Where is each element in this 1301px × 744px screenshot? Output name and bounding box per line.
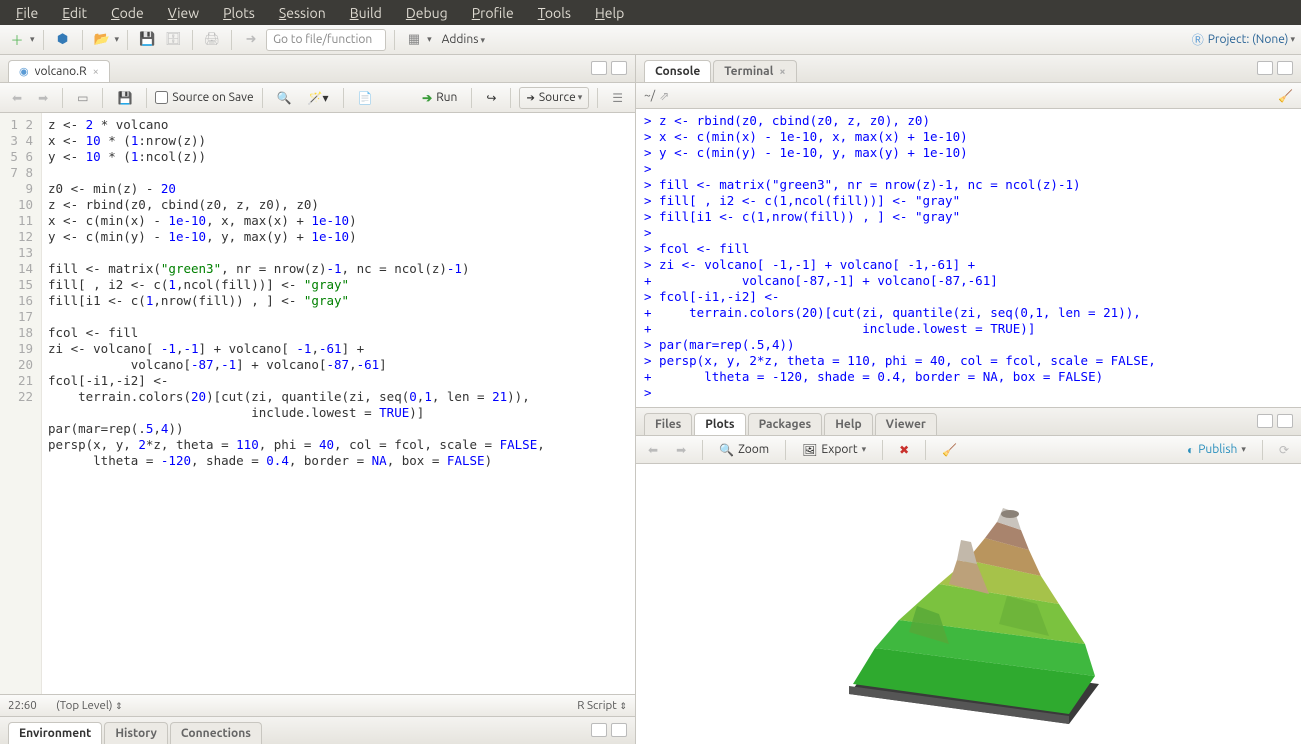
- menu-edit[interactable]: Edit: [50, 2, 99, 24]
- tab-console[interactable]: Console: [644, 60, 711, 82]
- menu-help[interactable]: Help: [583, 2, 636, 24]
- source-on-save-checkbox[interactable]: Source on Save: [155, 91, 253, 104]
- maximize-pane-icon[interactable]: [611, 61, 627, 75]
- menu-tools[interactable]: Tools: [526, 2, 583, 24]
- language-selector[interactable]: R Script ⇕: [577, 699, 627, 712]
- tab-viewer[interactable]: Viewer: [875, 413, 937, 435]
- new-file-dropdown[interactable]: ▾: [30, 34, 35, 45]
- code-area[interactable]: z <- 2 * volcano x <- 10 * (1:nrow(z)) y…: [42, 113, 635, 694]
- minimize-plots-icon[interactable]: [1257, 414, 1273, 428]
- menu-file[interactable]: File: [4, 2, 50, 24]
- line-number-gutter: 1 2 3 4 5 6 7 8 9 10 11 12 13 14 15 16 1…: [0, 113, 42, 694]
- source-pane-tabs: ◉ volcano.R ×: [0, 55, 635, 83]
- maximize-env-pane-icon[interactable]: [611, 723, 627, 737]
- editor-toolbar: ⬅ ➡ ▭ 💾 Source on Save 🔍 🪄▾ 📄 ➔ Run ↪ ➔ …: [0, 83, 635, 113]
- tab-help[interactable]: Help: [824, 413, 872, 435]
- run-button[interactable]: ➔ Run: [416, 87, 463, 109]
- volcano-plot-image: [789, 464, 1149, 744]
- console-toolbar: ~/ ⇗ 🧹: [636, 83, 1301, 109]
- new-file-icon[interactable]: ＋: [6, 29, 28, 51]
- compile-report-icon[interactable]: 📄: [352, 87, 379, 109]
- tab-environment[interactable]: Environment: [8, 722, 102, 744]
- close-terminal-icon[interactable]: ×: [779, 66, 785, 78]
- tab-packages[interactable]: Packages: [748, 413, 823, 435]
- tab-files[interactable]: Files: [644, 413, 692, 435]
- menu-view[interactable]: View: [156, 2, 211, 24]
- rerun-icon[interactable]: ↪: [480, 87, 502, 109]
- console-cwd: ~/: [644, 89, 655, 102]
- maximize-console-icon[interactable]: [1277, 61, 1293, 75]
- minimize-env-pane-icon[interactable]: [591, 723, 607, 737]
- editor-body[interactable]: 1 2 3 4 5 6 7 8 9 10 11 12 13 14 15 16 1…: [0, 113, 635, 694]
- console-pane-tabs: Console Terminal ×: [636, 55, 1301, 83]
- save-all-icon[interactable]: 🗄: [162, 29, 184, 51]
- export-button[interactable]: 🖼 Export: [796, 439, 872, 461]
- menu-debug[interactable]: Debug: [394, 2, 460, 24]
- forward-icon[interactable]: ➡: [32, 87, 54, 109]
- project-selector[interactable]: Ⓡ Project: (None) ▾: [1192, 31, 1295, 48]
- clear-console-icon[interactable]: 🧹: [1278, 89, 1293, 103]
- cursor-position: 22:60: [8, 699, 56, 712]
- save-file-icon[interactable]: 💾: [111, 87, 138, 109]
- open-recent-dropdown[interactable]: ▾: [115, 34, 120, 45]
- show-in-new-window-icon[interactable]: ▭: [71, 87, 94, 109]
- new-project-icon[interactable]: ⬢: [52, 29, 74, 51]
- plot-canvas: [636, 464, 1301, 744]
- goto-icon[interactable]: ➜: [240, 29, 262, 51]
- environment-pane-tabs: Environment History Connections: [0, 716, 635, 744]
- plot-prev-icon[interactable]: ⬅: [642, 439, 664, 461]
- refresh-plot-icon[interactable]: ⟳: [1273, 439, 1295, 461]
- main-toolbar: ＋▾ ⬢ 📂▾ 💾 🗄 🖨 ➜ Go to file/function ▦▾ A…: [0, 25, 1301, 55]
- close-tab-icon[interactable]: ×: [93, 66, 99, 78]
- clear-plots-icon[interactable]: 🧹: [936, 439, 963, 461]
- console-cwd-popout-icon[interactable]: ⇗: [659, 89, 669, 103]
- zoom-button[interactable]: 🔍 Zoom: [713, 439, 775, 461]
- outline-icon[interactable]: ☰: [606, 87, 629, 109]
- plots-toolbar: ⬅ ➡ 🔍 Zoom 🖼 Export ✖ 🧹 ◐ Publish ⟳: [636, 436, 1301, 464]
- minimize-pane-icon[interactable]: [591, 61, 607, 75]
- plots-pane-tabs: Files Plots Packages Help Viewer: [636, 408, 1301, 436]
- menu-profile[interactable]: Profile: [460, 2, 526, 24]
- goto-file-function-input[interactable]: Go to file/function: [266, 29, 386, 51]
- source-tab-label: volcano.R: [35, 65, 87, 78]
- tab-connections[interactable]: Connections: [170, 722, 262, 744]
- menu-build[interactable]: Build: [338, 2, 394, 24]
- remove-plot-icon[interactable]: ✖: [893, 439, 915, 461]
- find-replace-icon[interactable]: 🔍: [271, 87, 298, 109]
- print-icon[interactable]: 🖨: [201, 29, 223, 51]
- grid-icon[interactable]: ▦: [403, 29, 425, 51]
- tab-terminal[interactable]: Terminal ×: [713, 60, 796, 82]
- r-project-icon: Ⓡ: [1192, 31, 1204, 48]
- editor-statusbar: 22:60 (Top Level) ⇕ R Script ⇕: [0, 694, 635, 716]
- tab-history[interactable]: History: [104, 722, 168, 744]
- tab-plots[interactable]: Plots: [694, 413, 745, 435]
- scope-selector[interactable]: (Top Level) ⇕: [56, 699, 577, 712]
- project-label: Project: (None): [1208, 33, 1289, 46]
- back-icon[interactable]: ⬅: [6, 87, 28, 109]
- maximize-plots-icon[interactable]: [1277, 414, 1293, 428]
- code-tools-icon[interactable]: 🪄▾: [302, 87, 335, 109]
- addins-dropdown[interactable]: Addins: [436, 33, 491, 46]
- console-output[interactable]: > z <- rbind(z0, cbind(z0, z, z0), z0) >…: [636, 109, 1301, 407]
- menu-code[interactable]: Code: [99, 2, 156, 24]
- save-icon[interactable]: 💾: [136, 29, 158, 51]
- source-tab-volcano[interactable]: ◉ volcano.R ×: [8, 60, 110, 82]
- menu-session[interactable]: Session: [267, 2, 338, 24]
- source-button[interactable]: ➔ Source ▾: [519, 87, 589, 109]
- menubar: File Edit Code View Plots Session Build …: [0, 0, 1301, 25]
- plot-next-icon[interactable]: ➡: [670, 439, 692, 461]
- open-file-icon[interactable]: 📂: [91, 29, 113, 51]
- r-file-icon: ◉: [19, 65, 29, 78]
- publish-button[interactable]: ◐ Publish: [1181, 439, 1252, 461]
- minimize-console-icon[interactable]: [1257, 61, 1273, 75]
- menu-plots[interactable]: Plots: [211, 2, 267, 24]
